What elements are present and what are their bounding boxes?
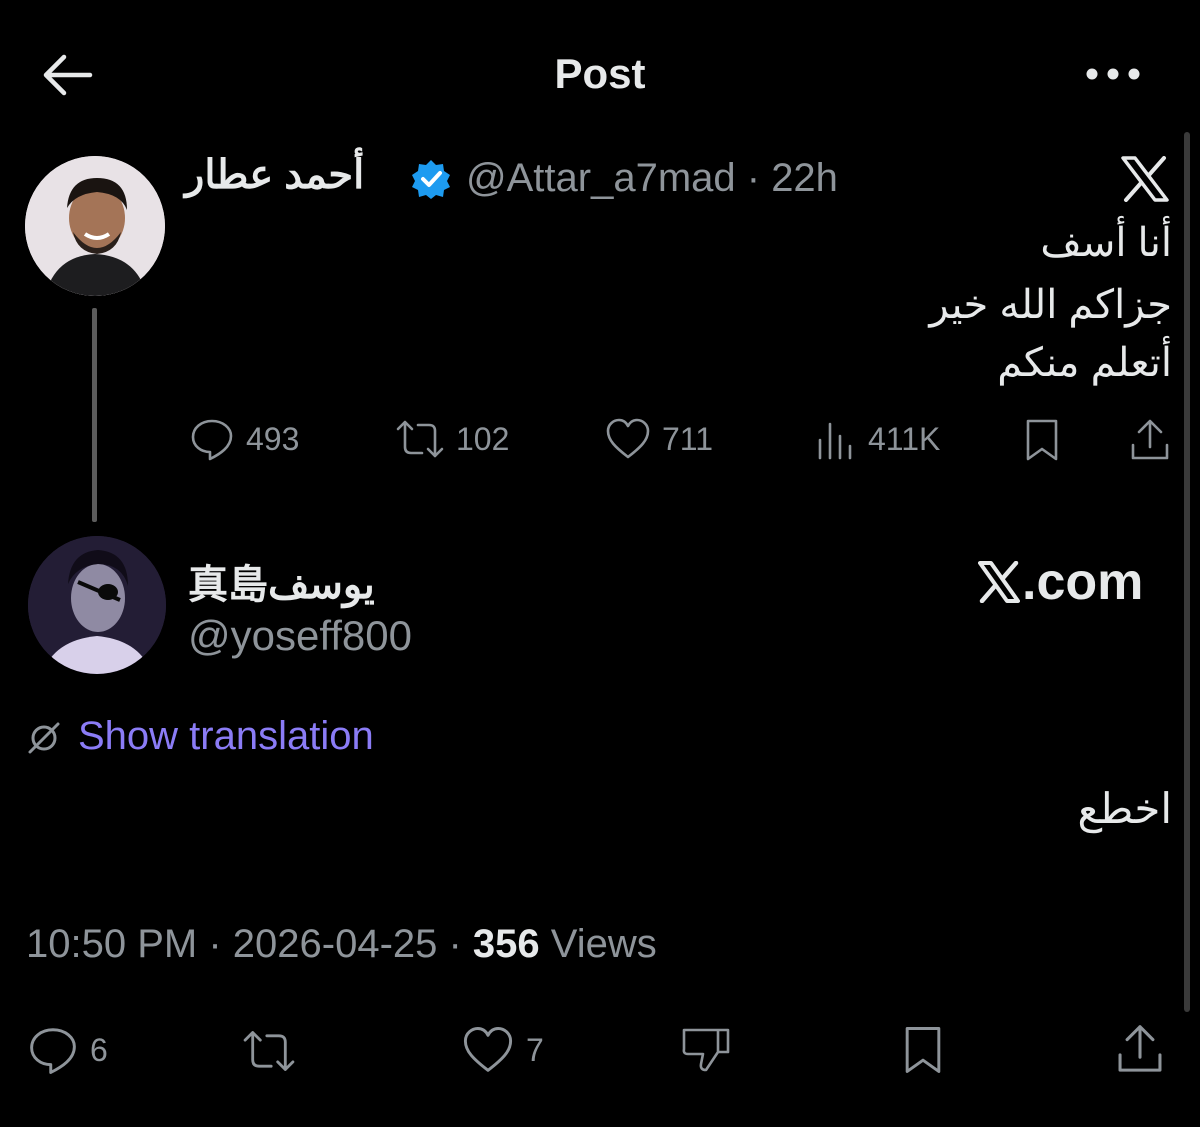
dislike-button[interactable] bbox=[678, 1024, 734, 1076]
views-count: 356 bbox=[472, 922, 540, 966]
like-button[interactable]: 7 bbox=[460, 1024, 544, 1076]
tweet-text: اخطع bbox=[1077, 785, 1172, 832]
like-count: 7 bbox=[526, 1031, 544, 1068]
reply-button[interactable]: 493 bbox=[188, 416, 299, 462]
thread-connector-line bbox=[92, 308, 97, 522]
bookmark-icon bbox=[1026, 419, 1058, 461]
repost-icon bbox=[396, 420, 444, 458]
bookmark-button[interactable] bbox=[1022, 417, 1062, 463]
tweet-text-line: أتعلم منكم bbox=[997, 341, 1172, 385]
translate-icon bbox=[26, 720, 62, 756]
more-button[interactable] bbox=[1084, 60, 1142, 88]
analytics-icon bbox=[818, 422, 852, 460]
tweet-text-line: جزاكم الله خير bbox=[929, 283, 1172, 327]
share-icon bbox=[1131, 419, 1169, 460]
like-button[interactable]: 711 bbox=[604, 416, 713, 462]
show-translation-link[interactable]: Show translation bbox=[78, 714, 374, 759]
like-count: 711 bbox=[662, 420, 714, 457]
tweet-meta: 10:50 PM · 2026-04-25 · 356 Views bbox=[26, 922, 657, 966]
avatar-person-image bbox=[25, 156, 165, 296]
x-logo-icon bbox=[978, 561, 1020, 603]
page-title: Post bbox=[554, 50, 646, 97]
views-label: Views bbox=[550, 922, 657, 966]
share-icon bbox=[1118, 1025, 1162, 1072]
repost-button[interactable] bbox=[240, 1026, 298, 1076]
display-name[interactable]: 真島يوسف bbox=[188, 552, 375, 610]
avatar[interactable] bbox=[25, 156, 165, 296]
scrollbar[interactable] bbox=[1184, 132, 1190, 1012]
x-logo-icon bbox=[1120, 156, 1170, 202]
bookmark-icon bbox=[905, 1027, 941, 1073]
share-button[interactable] bbox=[1114, 1022, 1166, 1076]
thumbs-down-icon bbox=[682, 1028, 730, 1072]
reply-count: 493 bbox=[246, 420, 300, 457]
reply-icon bbox=[30, 1028, 76, 1074]
watermark-text: .com bbox=[1022, 553, 1144, 611]
heart-icon bbox=[606, 418, 650, 459]
reply-button[interactable]: 6 bbox=[26, 1024, 108, 1076]
repost-icon bbox=[243, 1031, 295, 1071]
share-button[interactable] bbox=[1128, 417, 1172, 463]
tweet-date[interactable]: 2026-04-25 bbox=[233, 922, 438, 966]
repost-count: 102 bbox=[456, 420, 510, 457]
tweet-text-line: أنا أسف bbox=[1040, 221, 1172, 265]
reply-icon bbox=[191, 419, 233, 461]
handle[interactable]: @Attar_a7mad bbox=[466, 156, 736, 200]
x-com-watermark: .com bbox=[978, 552, 1143, 612]
repost-button[interactable]: 102 bbox=[394, 416, 509, 462]
timestamp[interactable]: 22h bbox=[771, 156, 838, 200]
avatar[interactable] bbox=[28, 536, 166, 674]
tweet-time[interactable]: 10:50 PM bbox=[26, 922, 197, 966]
views-button[interactable]: 411K bbox=[814, 416, 940, 462]
avatar-person-image bbox=[28, 536, 166, 674]
handle[interactable]: @yoseff800 bbox=[188, 612, 412, 660]
heart-icon bbox=[463, 1027, 513, 1072]
verified-badge-icon bbox=[410, 158, 452, 200]
reply-count: 6 bbox=[90, 1031, 108, 1068]
more-dots-icon bbox=[1086, 68, 1140, 80]
view-count: 411K bbox=[868, 420, 941, 457]
display-name[interactable]: أحمد عطار bbox=[185, 152, 364, 198]
bookmark-button[interactable] bbox=[900, 1024, 946, 1076]
handle-and-time: @Attar_a7mad · 22h bbox=[466, 156, 838, 200]
